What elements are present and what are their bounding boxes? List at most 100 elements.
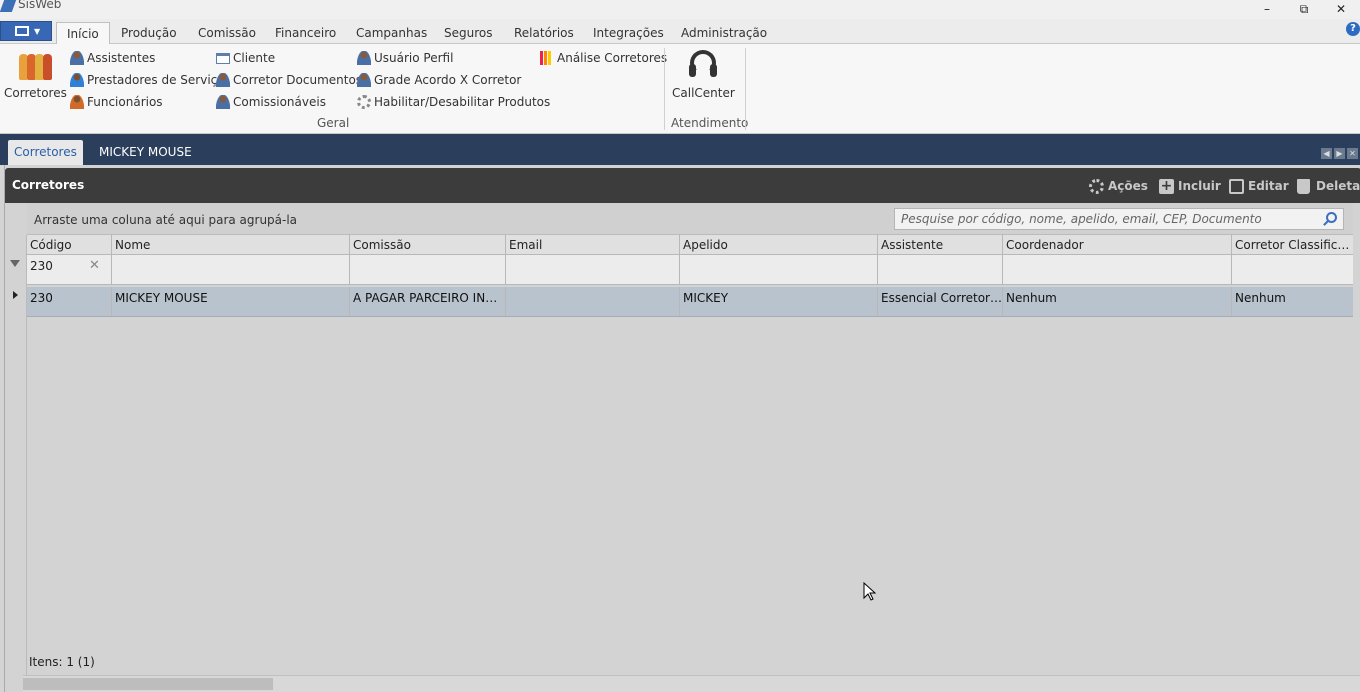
analise-corretores-label: Análise Corretores [557,51,668,65]
habilitar-produtos-button[interactable]: Habilitar/Desabilitar Produtos [357,93,550,111]
comissionaveis-button[interactable]: Comissionáveis [216,93,326,111]
funcionarios-button[interactable]: Funcionários [70,93,163,111]
app-menu-button[interactable]: ▼ [0,21,52,41]
assistentes-label: Assistentes [87,51,156,65]
person-icon [70,73,84,87]
cell-nome[interactable]: MICKEY MOUSE [112,287,350,316]
cell-assistente[interactable]: Essencial Corretora L... [878,287,1003,316]
group-by-area[interactable]: Arraste uma coluna até aqui para agrupá-… [27,203,1353,235]
menu-bar: ▼ Início Produção Comissão Financeiro Ca… [0,19,1360,44]
filter-apelido-input[interactable] [680,255,878,284]
card-icon [216,53,230,64]
prestadores-label: Prestadores de Serviço [87,73,225,87]
prestadores-button[interactable]: Prestadores de Serviço [70,71,225,89]
chevron-right-icon[interactable]: ▶ [1334,148,1345,159]
grid-header-row: Código Nome Comissão Email Apelido Assis… [27,235,1353,255]
close-button[interactable]: ✕ [1322,0,1360,19]
cell-apelido[interactable]: MICKEY [680,287,878,316]
gear-icon [357,95,371,109]
corretores-button[interactable]: Corretores [4,52,67,100]
filter-classificacao-input[interactable] [1232,255,1353,284]
filter-coordenador-input[interactable] [1003,255,1232,284]
menu-icon [15,26,29,36]
search-icon[interactable] [1326,212,1337,223]
help-icon[interactable]: ? [1346,22,1360,36]
document-tab-bar: Corretores MICKEY MOUSE ◀ ▶ ✕ [0,134,1360,165]
tab-seguros[interactable]: Seguros [434,22,503,44]
filter-nome-input[interactable] [112,255,350,284]
minimize-button[interactable]: – [1248,0,1286,19]
scrollbar-thumb[interactable] [23,678,273,690]
person-icon [357,51,371,65]
callcenter-button[interactable]: CallCenter [672,50,735,100]
cell-comissao[interactable]: A PAGAR PARCEIRO INDICA [350,287,506,316]
title-bar: SisWeb – ⧉ ✕ [0,0,1360,19]
person-icon [216,95,230,109]
app-logo-icon [0,0,17,12]
tab-financeiro[interactable]: Financeiro [265,22,346,44]
column-header-corretor-classificacao[interactable]: Corretor Classificação [1232,235,1353,254]
editar-button[interactable]: Editar [1229,177,1289,195]
habilitar-produtos-label: Habilitar/Desabilitar Produtos [374,95,551,109]
doc-tab-mickey-mouse[interactable]: MICKEY MOUSE [93,140,198,165]
column-header-coordenador[interactable]: Coordenador [1003,235,1232,254]
column-header-assistente[interactable]: Assistente [878,235,1003,254]
person-icon [216,73,230,87]
doc-tab-corretores[interactable]: Corretores [8,140,83,165]
search-input[interactable]: Pesquise por código, nome, apelido, emai… [894,208,1344,230]
usuario-perfil-label: Usuário Perfil [374,51,454,65]
headset-icon [686,50,720,82]
corretor-documentos-button[interactable]: Corretor Documentos [216,71,362,89]
filter-email-input[interactable] [506,255,680,284]
group-geral-label: Geral [317,116,350,130]
acoes-label: Ações [1108,179,1148,193]
deletar-label: Deletar [1316,179,1360,193]
grade-acordo-button[interactable]: Grade Acordo X Corretor [357,71,521,89]
tab-producao[interactable]: Produção [111,22,187,44]
column-header-comissao[interactable]: Comissão [350,235,506,254]
tab-administracao[interactable]: Administração [671,22,777,44]
editar-label: Editar [1248,179,1289,193]
restore-button[interactable]: ⧉ [1285,0,1323,19]
funcionarios-label: Funcionários [87,95,163,109]
close-tab-icon[interactable]: ✕ [1347,148,1358,159]
cell-codigo[interactable]: 230 [27,287,112,316]
chevron-left-icon[interactable]: ◀ [1321,148,1332,159]
column-header-nome[interactable]: Nome [112,235,350,254]
people-group-icon [18,52,52,82]
person-icon [70,51,84,65]
tab-comissao[interactable]: Comissão [188,22,266,44]
filter-codigo-value: 230 [30,259,53,273]
grid-filter-row: 230 ✕ [27,255,1353,285]
usuario-perfil-button[interactable]: Usuário Perfil [357,49,453,67]
assistentes-button[interactable]: Assistentes [70,49,155,67]
corretores-label: Corretores [4,86,67,100]
cliente-button[interactable]: Cliente [216,49,275,67]
comissionaveis-label: Comissionáveis [233,95,326,109]
incluir-button[interactable]: + Incluir [1159,177,1221,195]
filter-assistente-input[interactable] [878,255,1003,284]
corretor-documentos-label: Corretor Documentos [233,73,363,87]
cell-email[interactable] [506,287,680,316]
horizontal-scrollbar[interactable] [23,675,1360,692]
deletar-button[interactable]: Deletar [1297,177,1360,195]
analise-corretores-button[interactable]: Análise Corretores [540,49,667,67]
grade-acordo-label: Grade Acordo X Corretor [374,73,522,87]
tab-campanhas[interactable]: Campanhas [346,22,437,44]
acoes-button[interactable]: Ações [1089,177,1148,195]
table-row[interactable]: 230 MICKEY MOUSE A PAGAR PARCEIRO INDICA… [27,287,1353,317]
filter-comissao-input[interactable] [350,255,506,284]
tab-integracoes[interactable]: Integrações [583,22,674,44]
clear-filter-icon[interactable]: ✕ [89,255,100,277]
ribbon: Corretores Assistentes Prestadores de Se… [0,44,1360,134]
tab-relatorios[interactable]: Relatórios [504,22,584,44]
person-icon [70,95,84,109]
column-header-email[interactable]: Email [506,235,680,254]
cell-coordenador[interactable]: Nenhum [1003,287,1232,316]
panel-title: Corretores [12,178,85,192]
cell-corretor-classificacao[interactable]: Nenhum [1232,287,1353,316]
filter-codigo-input[interactable]: 230 ✕ [27,255,112,284]
tab-inicio[interactable]: Início [56,22,110,44]
column-header-codigo[interactable]: Código [27,235,112,254]
column-header-apelido[interactable]: Apelido [680,235,878,254]
